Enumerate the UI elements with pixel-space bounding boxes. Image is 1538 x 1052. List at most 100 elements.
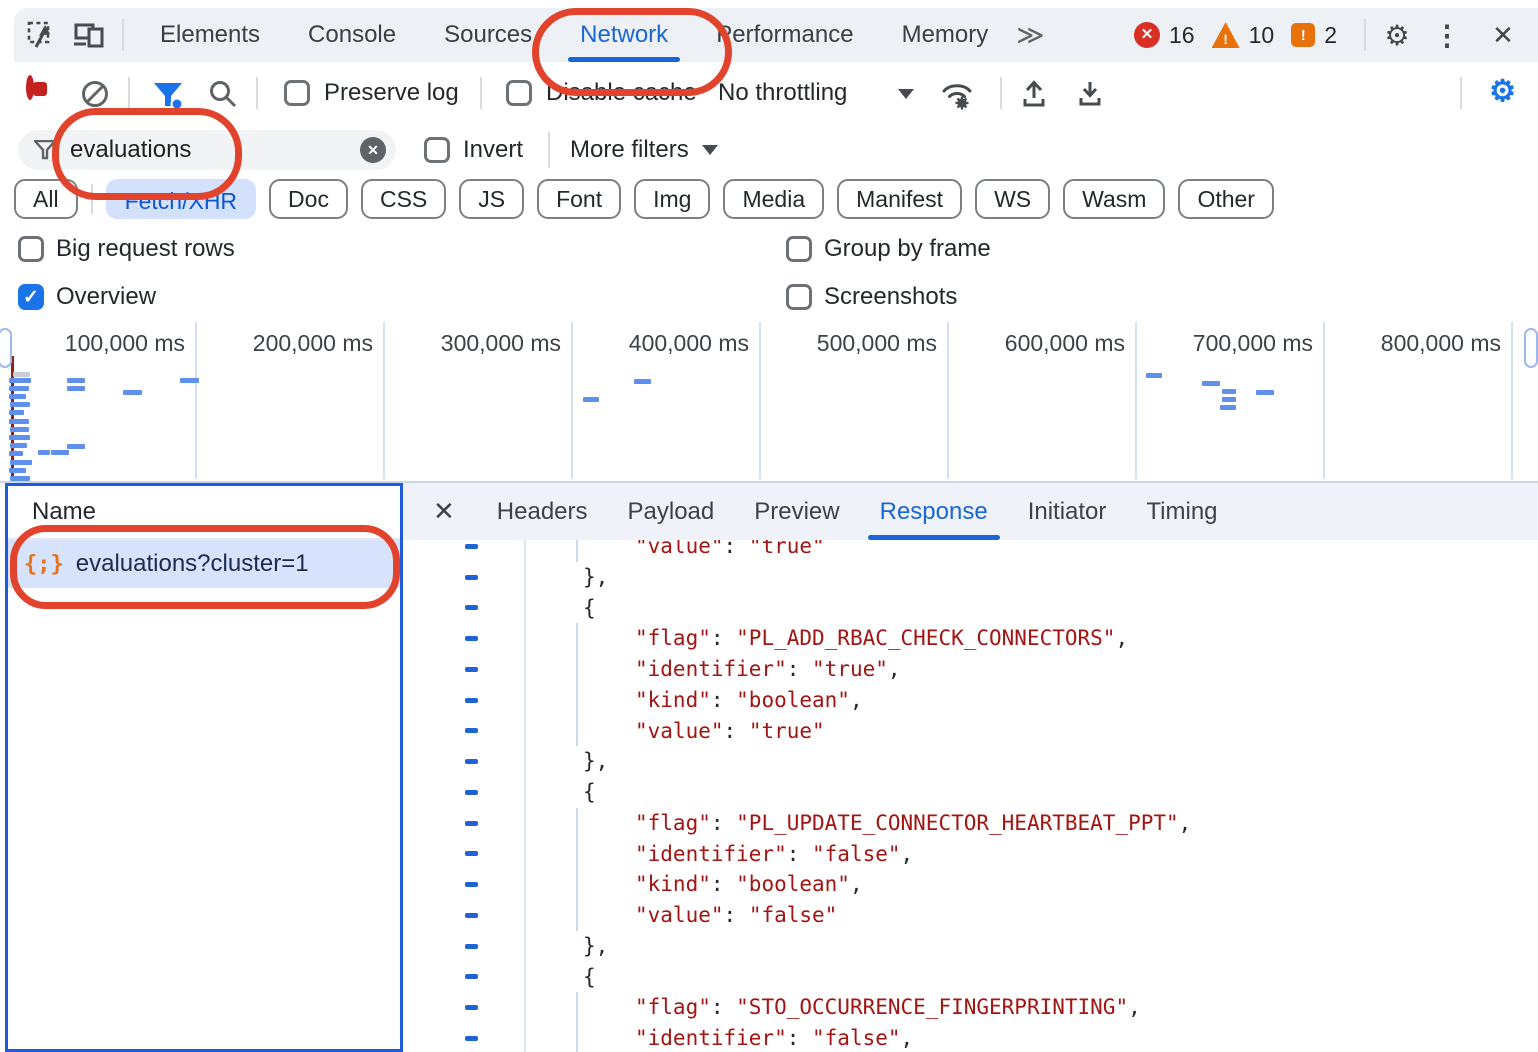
option-overview[interactable]: ✓Overview [18, 283, 156, 311]
clear-network-log-icon[interactable] [80, 79, 110, 109]
error-badge-icon[interactable]: ✕ [1134, 22, 1160, 48]
disable-cache-checkbox[interactable] [506, 80, 532, 106]
type-filter-other[interactable]: Other [1178, 179, 1274, 219]
detail-tabs: HeadersPayloadPreviewResponseInitiatorTi… [477, 483, 1238, 540]
export-har-icon[interactable] [1076, 78, 1104, 108]
checkbox[interactable]: ✓ [18, 284, 44, 310]
preserve-log-label[interactable]: Preserve log [324, 62, 459, 124]
fold-marker-icon[interactable] [465, 790, 478, 795]
fold-marker-icon[interactable] [465, 913, 478, 918]
filter-input[interactable]: evaluations ✕ [18, 130, 396, 170]
json-string-token: "true" [749, 719, 825, 743]
tab-console[interactable]: Console [284, 8, 420, 62]
option-big-request-rows[interactable]: Big request rows [18, 235, 235, 263]
device-toolbar-button[interactable] [72, 18, 106, 52]
type-filter-media[interactable]: Media [723, 179, 824, 219]
preserve-log-checkbox[interactable] [284, 80, 310, 106]
checkbox[interactable] [786, 236, 812, 262]
time-tick-label: 500,000 ms [757, 330, 937, 357]
overview-right-handle[interactable] [1524, 328, 1538, 368]
network-settings-gear-icon[interactable]: ⚙ [1489, 74, 1516, 109]
type-filter-js[interactable]: JS [459, 179, 524, 219]
tab-elements[interactable]: Elements [136, 8, 284, 62]
detail-tab-timing[interactable]: Timing [1126, 483, 1237, 540]
inspect-element-button[interactable] [24, 18, 58, 52]
tab-sources[interactable]: Sources [420, 8, 556, 62]
json-punct-token: , [850, 688, 863, 712]
divider [91, 184, 93, 214]
fold-marker-icon[interactable] [465, 728, 478, 733]
tab-memory[interactable]: Memory [878, 8, 1013, 62]
checkbox[interactable] [18, 236, 44, 262]
throttling-select[interactable]: No throttling [718, 62, 847, 124]
column-header-name[interactable]: Name [8, 486, 400, 540]
invert-label: Invert [463, 124, 523, 176]
divider [1000, 77, 1002, 109]
filter-icon-active[interactable] [152, 82, 184, 110]
type-filter-wasm[interactable]: Wasm [1063, 179, 1165, 219]
divider [480, 77, 482, 109]
fold-gutter [403, 531, 526, 1052]
timeline-bar [9, 410, 24, 415]
warning-badge-icon[interactable]: ! [1212, 22, 1240, 48]
import-har-icon[interactable] [1020, 78, 1048, 108]
detail-tab-initiator[interactable]: Initiator [1008, 483, 1127, 540]
detail-tab-response[interactable]: Response [860, 483, 1008, 540]
search-icon[interactable] [208, 79, 238, 109]
tab-performance[interactable]: Performance [692, 8, 877, 62]
type-filter-doc[interactable]: Doc [269, 179, 348, 219]
type-filter-css[interactable]: CSS [361, 179, 446, 219]
time-tick-label: 400,000 ms [569, 330, 749, 357]
more-options-icon[interactable]: ⋮ [1430, 8, 1464, 62]
clear-filter-icon[interactable]: ✕ [360, 137, 386, 163]
detail-tab-headers[interactable]: Headers [477, 483, 608, 540]
option-screenshots[interactable]: Screenshots [786, 283, 957, 311]
type-filter-all[interactable]: All [14, 179, 78, 219]
time-tick-label: 300,000 ms [381, 330, 561, 357]
invert-checkbox[interactable] [424, 137, 450, 163]
record-network-log-button[interactable] [26, 75, 34, 100]
fold-marker-icon[interactable] [465, 667, 478, 672]
fold-marker-icon[interactable] [465, 605, 478, 610]
settings-gear-icon[interactable]: ⚙ [1380, 8, 1414, 62]
type-filter-font[interactable]: Font [537, 179, 621, 219]
fold-marker-icon[interactable] [465, 1005, 478, 1010]
issue-badge-icon[interactable]: ! [1291, 23, 1315, 47]
fold-marker-icon[interactable] [465, 575, 478, 580]
fold-marker-icon[interactable] [465, 882, 478, 887]
type-filter-fetch-xhr[interactable]: Fetch/XHR [106, 179, 256, 219]
timeline-bar [67, 386, 85, 391]
filter-query-text[interactable]: evaluations [70, 136, 191, 164]
more-tabs-icon[interactable]: ≫ [1016, 20, 1042, 51]
network-overview-timeline[interactable]: 100,000 ms200,000 ms300,000 ms400,000 ms… [0, 320, 1538, 483]
fold-marker-icon[interactable] [465, 698, 478, 703]
fold-marker-icon[interactable] [465, 944, 478, 949]
disable-cache-label[interactable]: Disable cache [546, 62, 697, 124]
option-group-by-frame[interactable]: Group by frame [786, 235, 991, 263]
tab-network[interactable]: Network [556, 8, 692, 62]
fold-marker-icon[interactable] [465, 636, 478, 641]
invert-option[interactable]: Invert [424, 124, 523, 176]
more-filters-dropdown[interactable]: More filters [570, 124, 718, 176]
network-conditions-icon[interactable] [940, 78, 974, 110]
type-filter-ws[interactable]: WS [975, 179, 1050, 219]
fold-marker-icon[interactable] [465, 821, 478, 826]
type-filter-img[interactable]: Img [634, 179, 710, 219]
fold-marker-icon[interactable] [465, 851, 478, 856]
type-filter-manifest[interactable]: Manifest [837, 179, 962, 219]
fold-marker-icon[interactable] [465, 974, 478, 979]
fold-marker-icon[interactable] [465, 544, 478, 549]
fold-marker-icon[interactable] [465, 759, 478, 764]
json-string-token: "false" [812, 842, 901, 866]
code-line: { [526, 962, 1538, 993]
close-detail-icon[interactable]: ✕ [433, 496, 455, 527]
request-row[interactable]: {;}evaluations?cluster=1 [8, 540, 400, 588]
throttling-caret-icon[interactable] [898, 89, 914, 99]
gutter-cell [403, 931, 524, 962]
gutter-cell [403, 900, 524, 931]
fold-marker-icon[interactable] [465, 1036, 478, 1041]
detail-tab-payload[interactable]: Payload [608, 483, 735, 540]
checkbox[interactable] [786, 284, 812, 310]
close-devtools-icon[interactable]: ✕ [1486, 8, 1520, 62]
detail-tab-preview[interactable]: Preview [734, 483, 859, 540]
